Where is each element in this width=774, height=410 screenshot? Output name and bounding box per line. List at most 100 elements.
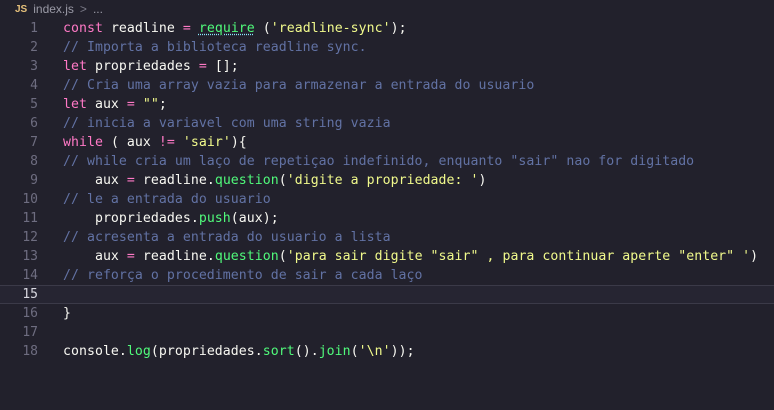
code-token: = (182, 21, 191, 36)
code-token: // inicia a variavel com uma string vazi… (63, 116, 391, 131)
code-text: // Importa a biblioteca readline sync. (63, 40, 367, 55)
code-text: // acresenta a entrada do usuario a list… (63, 230, 391, 245)
code-token: let (63, 97, 87, 112)
line-number: 11 (22, 211, 38, 226)
code-token: // Cria uma array vazia para armazenar a… (63, 78, 535, 93)
line-number: 5 (30, 97, 38, 112)
code-text: propriedades.push(aux); (63, 211, 279, 226)
code-token: readline. (134, 249, 215, 264)
code-token: = (126, 97, 135, 112)
code-token: // while cria um laço de repetiçao indef… (63, 154, 695, 169)
line-number: 16 (22, 306, 38, 321)
code-token: ; (158, 97, 167, 112)
code-line[interactable]: 18 console.log(propriedades.sort().join('… (0, 342, 774, 361)
line-number: 4 (30, 78, 38, 93)
line-number: 8 (30, 154, 38, 169)
breadcrumb: JS index.js > ... (0, 0, 774, 18)
code-text: let propriedades = []; (63, 59, 239, 74)
line-number: 7 (30, 135, 38, 150)
code-line[interactable]: 13 aux = readline.question('para sair di… (0, 247, 774, 266)
code-line[interactable]: 7 while ( aux != 'sair'){ (0, 133, 774, 152)
code-text: while ( aux != 'sair'){ (63, 135, 247, 150)
line-number: 6 (30, 116, 38, 131)
line-number: 14 (22, 268, 38, 283)
chevron-right-icon: > (79, 2, 87, 16)
code-token: 'readline-sync' (270, 21, 391, 36)
code-line[interactable]: 6 // inicia a variavel com uma string vaz… (0, 114, 774, 133)
code-token: readline. (134, 173, 215, 188)
code-token: propriedades (86, 59, 199, 74)
code-text: // le a entrada do usuario (63, 192, 271, 207)
code-line[interactable]: 3 let propriedades = []; (0, 57, 774, 76)
code-token: ); (390, 21, 407, 36)
code-text: const readline = require ('readline-sync… (63, 21, 407, 36)
code-token: []; (206, 59, 239, 74)
code-token: ( (278, 249, 287, 264)
code-line[interactable]: 10 // le a entrada do usuario (0, 190, 774, 209)
code-token: aux (63, 173, 127, 188)
code-token: ( aux (102, 135, 159, 150)
code-token: )); (390, 344, 415, 359)
code-token: log (126, 344, 151, 359)
code-token: while (63, 135, 103, 150)
code-token: question (214, 249, 279, 264)
code-token: != (158, 135, 175, 150)
code-line[interactable]: 15 (0, 285, 774, 304)
code-token: = (126, 173, 135, 188)
code-token: = (198, 59, 207, 74)
code-token: = (126, 249, 135, 264)
code-token: } (63, 306, 71, 321)
code-text: // while cria um laço de repetiçao indef… (63, 154, 694, 169)
code-token: (propriedades. (150, 344, 263, 359)
line-number: 12 (22, 230, 38, 245)
code-token: // Importa a biblioteca readline sync. (63, 40, 367, 55)
code-line[interactable]: 8 // while cria um laço de repetiçao inde… (0, 152, 774, 171)
code-line[interactable]: 2 // Importa a biblioteca readline sync. (0, 38, 774, 57)
code-editor-window: JS index.js > ... 1 const readline = requ… (0, 0, 774, 410)
code-token: '\n' (358, 344, 391, 359)
code-line[interactable]: 11 propriedades.push(aux); (0, 209, 774, 228)
code-token: const (63, 21, 103, 36)
line-number: 17 (22, 325, 38, 340)
breadcrumb-more[interactable]: ... (93, 2, 103, 16)
code-text: // inicia a variavel com uma string vazi… (63, 116, 391, 131)
breadcrumb-filename[interactable]: index.js (33, 2, 74, 16)
code-line[interactable]: 4 // Cria uma array vazia para armazenar … (0, 76, 774, 95)
code-line[interactable]: 12 // acresenta a entrada do usuario a li… (0, 228, 774, 247)
code-line[interactable]: 5 let aux = ""; (0, 95, 774, 114)
code-token: (). (294, 344, 319, 359)
code-line[interactable]: 14 // reforça o procedimento de sair a ca… (0, 266, 774, 285)
line-number: 2 (30, 40, 38, 55)
code-token: ) (478, 173, 487, 188)
code-line[interactable]: 9 aux = readline.question('digite a prop… (0, 171, 774, 190)
code-token: ) (750, 249, 759, 264)
code-text: aux = readline.question('para sair digit… (63, 249, 758, 264)
line-number: 13 (22, 249, 38, 264)
code-token: aux (86, 97, 127, 112)
code-token: 'digite a propriedade: ' (286, 173, 479, 188)
code-token: question (214, 173, 279, 188)
code-text: // reforça o procedimento de sair a cada… (63, 268, 423, 283)
code-line[interactable]: 16} (0, 304, 774, 323)
code-token: console. (63, 344, 127, 359)
javascript-file-icon: JS (15, 3, 28, 15)
code-token: require (198, 21, 255, 36)
code-line[interactable]: 1 const readline = require ('readline-syn… (0, 19, 774, 38)
code-text: } (63, 306, 71, 321)
code-token: ){ (230, 135, 247, 150)
code-token: 'sair' (182, 135, 231, 150)
code-token: ( (350, 344, 359, 359)
code-text: let aux = ""; (63, 97, 167, 112)
line-number: 15 (22, 287, 38, 302)
code-token: let (63, 59, 87, 74)
editor-text-area[interactable]: 1 const readline = require ('readline-syn… (0, 19, 774, 410)
line-number: 3 (30, 59, 38, 74)
line-number: 18 (22, 344, 38, 359)
code-token: 'para sair digite "sair" , para continua… (286, 249, 751, 264)
code-line[interactable]: 17 (0, 323, 774, 342)
code-token: join (318, 344, 351, 359)
code-token: aux (63, 249, 127, 264)
